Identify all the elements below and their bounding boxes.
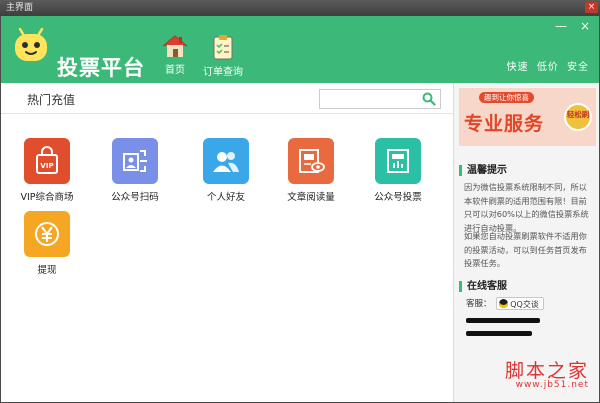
section-title: 热门充值 [27, 93, 76, 107]
banner-tagline: 趣到让你惊喜 [479, 92, 534, 103]
titlebar-close-button[interactable]: × [585, 2, 598, 13]
nav-order-query[interactable]: 订单查询 [197, 34, 249, 78]
friends-icon [203, 138, 249, 184]
minimize-button[interactable]: — [555, 19, 567, 33]
nav-home[interactable]: 首页 [153, 34, 197, 76]
article-eye-icon [288, 138, 334, 184]
tile-label: 文章阅读量 [287, 192, 335, 203]
vote-chart-icon [375, 138, 421, 184]
qq-penguin-icon [499, 299, 509, 308]
window-title: 主界面 [6, 3, 34, 13]
tile-label: 公众号投票 [374, 192, 422, 203]
redacted-contact-2 [466, 329, 532, 339]
tile-withdraw[interactable]: 提现 [2, 211, 92, 276]
tile-personal-friends[interactable]: 个人好友 [181, 138, 271, 203]
tile-official-scan[interactable]: 公众号扫码 [90, 138, 180, 203]
nav-orders-label: 订单查询 [203, 67, 243, 78]
tile-official-vote[interactable]: 公众号投票 [353, 138, 443, 203]
service-label: 客服： [466, 299, 492, 309]
side-panel: 趣到让你惊喜 专业服务 轻松刷 温馨提示 因为微信投票系统限制不同，所以本软件刷… [453, 83, 599, 402]
qq-chat-button[interactable]: QQ交谈 [496, 297, 544, 310]
clipboard-icon [213, 35, 233, 60]
search-icon[interactable] [422, 92, 436, 106]
window-titlebar[interactable]: 主界面 × [0, 0, 600, 16]
nav-home-label: 首页 [165, 65, 185, 76]
main-panel: 热门充值 VIP VIP综合商场 公众号扫码 个人好友 文章阅读量 公众号投票 … [1, 83, 453, 402]
site-watermark-url: www.jb51.net [515, 380, 589, 390]
site-watermark: 脚本之家 [504, 360, 589, 382]
qq-chat-label: QQ交谈 [510, 300, 539, 309]
vip-bag-icon: VIP [24, 138, 70, 184]
yen-coin-icon [24, 211, 70, 257]
tips-title: 温馨提示 [459, 165, 507, 176]
tile-label: 公众号扫码 [111, 192, 159, 203]
tile-article-reads[interactable]: 文章阅读量 [266, 138, 356, 203]
banner-badge: 轻松刷 [564, 103, 592, 131]
redaction-bar [466, 318, 540, 323]
home-icon [162, 35, 188, 57]
service-row: 客服： QQ交谈 [466, 297, 544, 310]
tips-paragraph-1: 因为微信投票系统限制不同，所以本软件刷票的适用范围有限！目前只可以对60%以上的… [464, 182, 589, 233]
tile-label: VIP综合商场 [20, 192, 74, 203]
main-header: 热门充值 [1, 83, 453, 114]
service-title: 在线客服 [459, 281, 507, 292]
app-window: 主界面 × 投票平台 首页 订单查询 — × 快速 低价 安全 热门充值 VIP… [0, 0, 600, 403]
tile-label: 个人好友 [206, 192, 245, 203]
app-title: 投票平台 [57, 56, 145, 80]
svg-text:VIP: VIP [40, 162, 53, 170]
scan-icon [112, 138, 158, 184]
quick-links: 快速 低价 安全 [506, 62, 589, 73]
close-button[interactable]: × [580, 19, 590, 33]
tile-vip-mall[interactable]: VIP VIP综合商场 [2, 138, 92, 203]
logo-icon [15, 28, 47, 61]
banner-headline: 专业服务 [464, 113, 545, 135]
search-box [319, 89, 441, 109]
tile-label: 提现 [37, 265, 57, 276]
header-bar: 投票平台 首页 订单查询 — × 快速 低价 安全 [1, 16, 599, 83]
redacted-contact-1 [466, 316, 540, 326]
tips-paragraph-2: 如果您自动投票刷票软件不适用你的投票活动，可以到任务首页发布投票任务。 [464, 231, 587, 268]
search-input[interactable] [320, 90, 420, 108]
promo-banner[interactable]: 趣到让你惊喜 专业服务 轻松刷 [459, 88, 596, 146]
redaction-bar [466, 331, 532, 336]
